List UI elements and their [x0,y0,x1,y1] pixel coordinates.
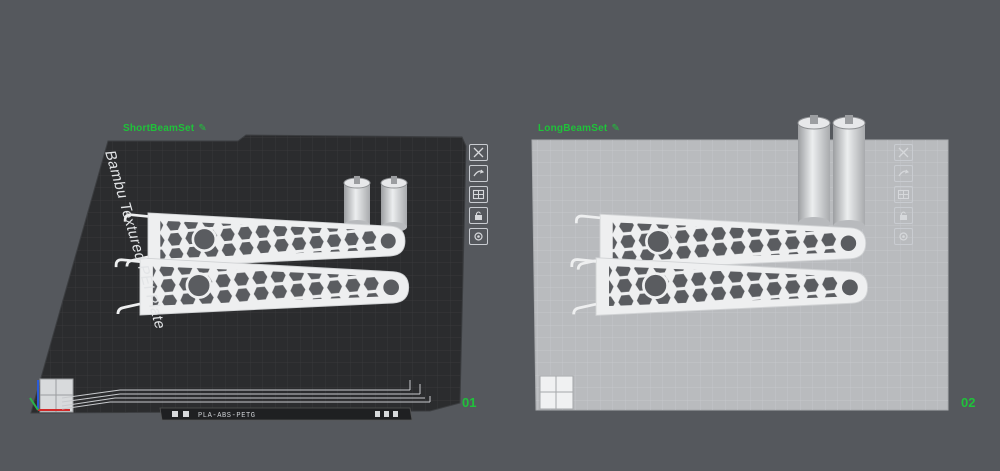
plate-name-01[interactable]: ShortBeamSet ✎ [123,123,207,134]
arrange-icon[interactable] [469,186,488,203]
settings-icon[interactable] [469,228,488,245]
arrange-icon[interactable] [894,186,913,203]
model-long-cylinder-2[interactable] [832,115,866,232]
close-icon[interactable] [894,144,913,161]
lock-icon[interactable] [469,207,488,224]
model-cylinder-1[interactable] [343,176,371,230]
camera-rotate-icon[interactable] [469,165,488,182]
plate-02-toolbar [894,144,913,245]
plate-number-01: 01 [462,395,477,410]
camera-rotate-icon[interactable] [894,165,913,182]
plate-01-toolbar [469,144,488,245]
plate-name-01-label: ShortBeamSet [123,123,195,134]
settings-icon[interactable] [894,228,913,245]
pencil-icon[interactable]: ✎ [198,123,207,134]
filament-tag: PLA-ABS-PETG [198,412,256,420]
model-long-cylinder-1[interactable] [797,115,831,229]
model-cylinder-2[interactable] [380,176,408,232]
viewport-canvas[interactable] [0,0,1000,471]
plate-name-02-label: LongBeamSet [538,123,608,134]
plate-name-02[interactable]: LongBeamSet ✎ [538,123,620,134]
close-icon[interactable] [469,144,488,161]
lock-icon[interactable] [894,207,913,224]
pencil-icon[interactable]: ✎ [611,123,620,134]
plate-number-02: 02 [961,395,976,410]
